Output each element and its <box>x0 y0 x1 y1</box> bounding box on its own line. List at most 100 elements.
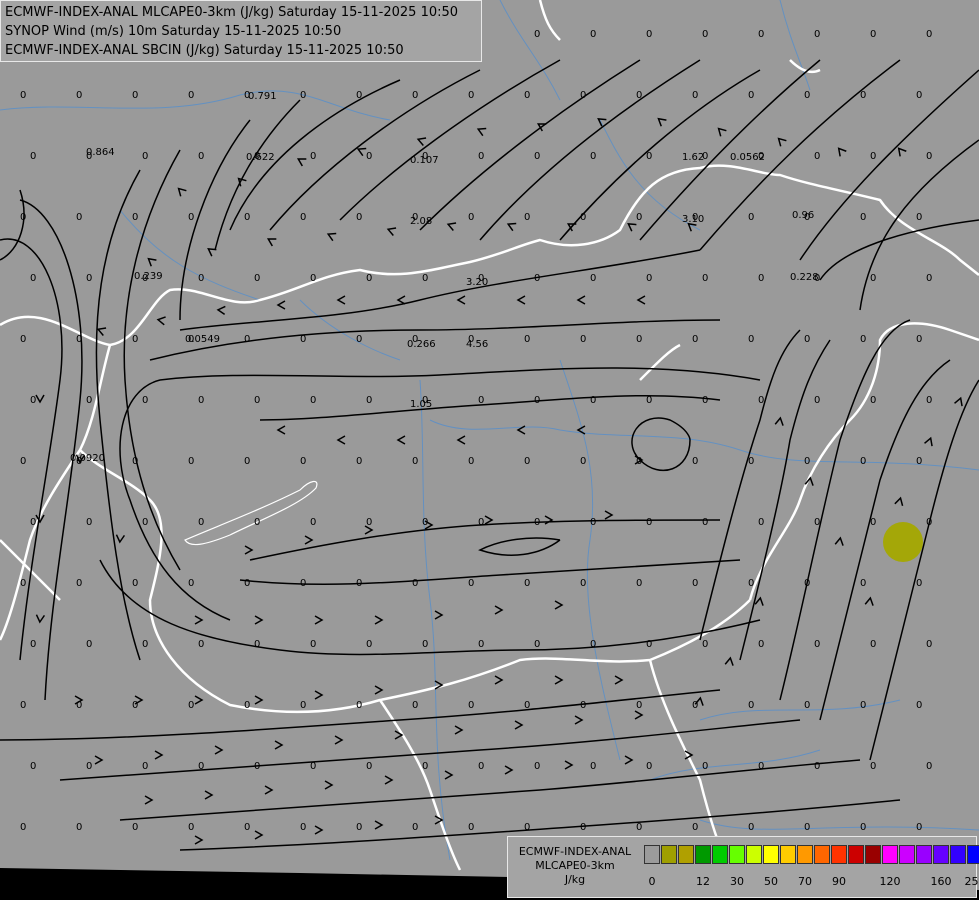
sbcin-zero-label: 0 <box>524 822 530 833</box>
sbcin-zero-label: 0 <box>244 700 250 711</box>
sbcin-zero-label: 0 <box>310 151 316 162</box>
streamline <box>739 339 831 661</box>
streamline <box>478 537 561 556</box>
streamline-arrow <box>416 137 427 146</box>
streamline-arrow <box>434 680 444 690</box>
sbcin-zero-label: 0 <box>860 212 866 223</box>
sbcin-zero-label: 0 <box>702 639 708 650</box>
sbcin-zero-label: 0 <box>86 761 92 772</box>
streamline-arrow <box>554 600 564 610</box>
streamline-arrow <box>837 147 847 157</box>
streamline-arrow <box>254 695 264 705</box>
sbcin-zero-label: 0 <box>524 700 530 711</box>
sbcin-zero-label: 0 <box>646 761 652 772</box>
sbcin-zero-label: 0 <box>814 29 820 40</box>
legend-swatch <box>967 845 979 864</box>
streamline-arrow <box>634 710 644 720</box>
sbcin-zero-label: 0 <box>20 90 26 101</box>
sbcin-zero-label: 0 <box>804 578 810 589</box>
sbcin-zero-label: 0 <box>20 334 26 345</box>
sbcin-zero-label: 0 <box>534 395 540 406</box>
streamline-arrow <box>897 147 907 157</box>
sbcin-zero-label: 0 <box>870 29 876 40</box>
sbcin-zero-label: 0 <box>468 90 474 101</box>
streamline-arrow <box>204 790 214 800</box>
sbcin-zero-label: 0 <box>412 90 418 101</box>
streamline-arrow <box>274 740 284 750</box>
streamline-arrow <box>276 300 286 310</box>
sbcin-zero-label: 0 <box>366 517 372 528</box>
sbcin-zero-label: 0 <box>310 395 316 406</box>
sbcin-zero-label: 0 <box>916 822 922 833</box>
sbcin-value-label: 4.56 <box>466 339 488 350</box>
sbcin-zero-label: 0 <box>422 517 428 528</box>
sbcin-zero-label: 0 <box>30 151 36 162</box>
legend-tick-label: 120 <box>879 875 901 888</box>
sbcin-zero-label: 0 <box>468 456 474 467</box>
sbcin-zero-label: 0 <box>468 578 474 589</box>
sbcin-zero-label: 0 <box>748 822 754 833</box>
streamline <box>819 219 979 281</box>
sbcin-zero-label: 0 <box>580 456 586 467</box>
sbcin-zero-label: 0 <box>30 517 36 528</box>
streamline-arrow <box>304 535 314 545</box>
streamline-arrow <box>657 117 667 127</box>
streamline-arrow <box>96 327 107 336</box>
legend-label: ECMWF-INDEX-ANAL MLCAPE0-3km J/kg <box>508 845 642 887</box>
sbcin-zero-label: 0 <box>692 822 698 833</box>
sbcin-zero-label: 0 <box>590 151 596 162</box>
sbcin-zero-label: 0 <box>534 639 540 650</box>
legend-swatch <box>814 845 830 864</box>
sbcin-zero-label: 0 <box>132 212 138 223</box>
streamline-arrow <box>147 257 157 267</box>
sbcin-zero-label: 0 <box>534 761 540 772</box>
streamline-arrow <box>614 675 624 685</box>
sbcin-zero-label: 0 <box>692 456 698 467</box>
sbcin-zero-label: 0 <box>870 395 876 406</box>
sbcin-zero-label: 0 <box>814 761 820 772</box>
streamline-arrow <box>506 222 517 232</box>
sbcin-zero-label: 0 <box>366 273 372 284</box>
sbcin-zero-label: 0 <box>300 822 306 833</box>
sbcin-zero-label: 0 <box>860 90 866 101</box>
sbcin-zero-label: 0 <box>30 395 36 406</box>
sbcin-zero-label: 0 <box>692 700 698 711</box>
sbcin-zero-label: 0 <box>300 578 306 589</box>
streamline-arrow <box>894 496 904 507</box>
streamline-arrow <box>456 435 466 445</box>
cape-blob <box>883 522 923 562</box>
legend-tick-label: 70 <box>798 875 812 888</box>
streamline-arrow <box>454 725 464 735</box>
sbcin-zero-label: 0 <box>860 578 866 589</box>
sbcin-zero-label: 0 <box>926 395 932 406</box>
sbcin-zero-label: 0 <box>468 700 474 711</box>
map-canvas: 0 0 0 0 0 0 0 0 0 0 0 0 0 0 0 0 0 0 0 0 0 0 0 0 0 0 0 0 0 0 0 0 0 0 0 0 0 0 0 0… <box>0 0 979 900</box>
sbcin-zero-label: 0 <box>76 212 82 223</box>
legend-swatch <box>712 845 728 864</box>
sbcin-zero-label: 0 <box>870 151 876 162</box>
sbcin-zero-label: 0 <box>814 517 820 528</box>
streamline-arrow <box>754 596 764 606</box>
streamline-arrow <box>214 745 224 755</box>
streamline-arrow <box>194 835 204 845</box>
streamline-arrow <box>446 222 457 231</box>
sbcin-zero-label: 0 <box>860 700 866 711</box>
legend-tick-label: 160 <box>930 875 952 888</box>
sbcin-zero-label: 0 <box>580 90 586 101</box>
streamline-arrow <box>576 295 586 305</box>
sbcin-zero-label: 0 <box>20 456 26 467</box>
sbcin-zero-label: 0 <box>76 334 82 345</box>
sbcin-value-label: 1.05 <box>410 399 432 410</box>
streamline <box>799 69 979 261</box>
streamline-arrow <box>924 436 933 447</box>
streamline-arrow <box>154 750 164 760</box>
sbcin-zero-label: 0 <box>356 90 362 101</box>
streamline-arrow <box>194 615 204 625</box>
sbcin-zero-label: 0 <box>748 700 754 711</box>
sbcin-zero-label: 0 <box>86 517 92 528</box>
streamline-arrow <box>494 605 504 615</box>
streamline <box>119 367 761 621</box>
streamline-arrow <box>386 227 397 236</box>
streamline-arrow <box>264 785 274 795</box>
sbcin-zero-label: 0 <box>860 334 866 345</box>
